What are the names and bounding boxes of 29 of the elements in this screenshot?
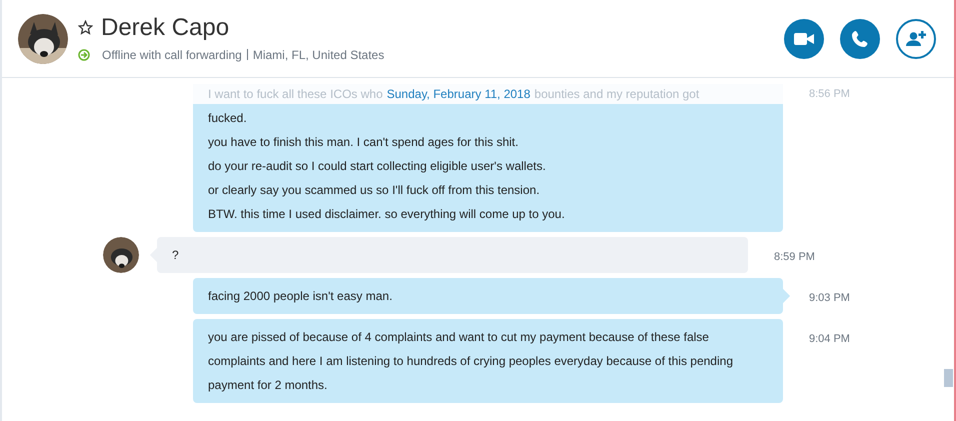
message-time: 8:59 PM — [774, 250, 815, 265]
star-icon[interactable] — [78, 20, 93, 35]
message-text: or clearly say you scammed us so I'll fuck off from this tension. — [208, 182, 541, 199]
message-text: facing 2000 people isn't easy man. — [208, 288, 394, 305]
message-time: 8:56 PM — [809, 86, 850, 102]
message-text: ? — [172, 247, 180, 264]
message-text: do your re-audit so I could start collecting eligible user's wallets. — [208, 158, 547, 175]
dog-avatar — [18, 14, 68, 64]
message-text: BTW. this time I used disclaimer. so everything will come up to you. — [208, 206, 566, 223]
location-text: Miami, FL, United States — [252, 46, 384, 64]
status-icon — [78, 48, 90, 60]
video-call-button[interactable] — [784, 18, 824, 58]
add-contact-button[interactable] — [896, 18, 936, 58]
message-text: bounties and my reputation got — [534, 86, 700, 103]
contact-name: Derek Capo — [101, 14, 230, 42]
message-text: you have to finish this man. I can't spend ages for this shit. — [208, 134, 520, 151]
message-text: I want to fuck all these ICOs who — [208, 86, 383, 103]
video-camera-icon — [794, 32, 814, 44]
date-header: Sunday, February 11, 2018 — [386, 86, 530, 103]
message-time: 9:03 PM — [809, 291, 850, 306]
message-time: 9:04 PM — [809, 332, 850, 347]
message-text: you are pissed of because of 4 complaints and want to cut my payment because of these false complaints and here I am listening to hundreds of crying peoples everyday because of this pending payment for 2 months. — [208, 329, 734, 394]
audio-call-button[interactable] — [840, 18, 880, 58]
status-text: Offline with call forwarding — [102, 46, 242, 64]
message-text: fucked. — [208, 110, 248, 127]
person-add-icon — [906, 31, 926, 46]
phone-icon — [852, 30, 868, 46]
scrollbar-thumb[interactable] — [944, 369, 953, 387]
dog-avatar — [103, 237, 139, 273]
